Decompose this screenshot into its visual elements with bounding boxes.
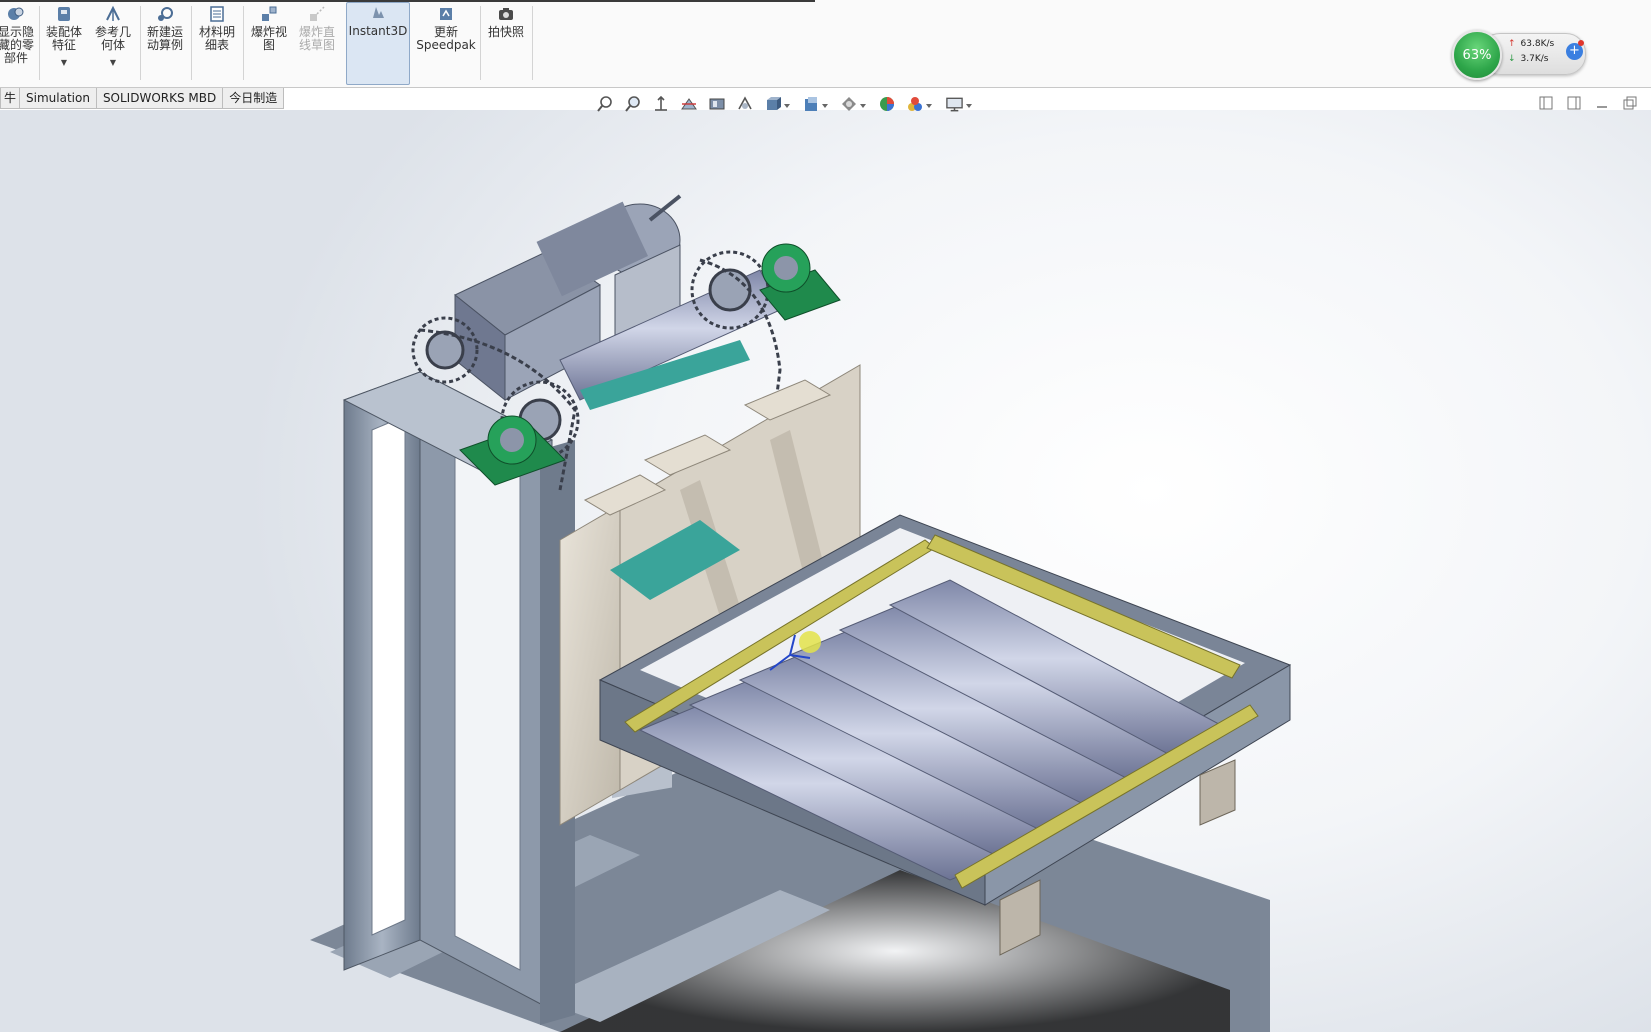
- upload-arrow-icon: ↑: [1508, 39, 1516, 49]
- instant3d-label: Instant3D: [348, 24, 408, 38]
- tile-right-icon[interactable]: [1567, 95, 1583, 110]
- tab-today-manufacturing[interactable]: 今日制造: [222, 88, 285, 109]
- exploded-view-label: 爆炸视 图: [250, 25, 287, 52]
- show-hidden-components-label: 显示隐 藏的零 部件: [0, 25, 34, 65]
- roller-conveyor-lift-assembly-icon[interactable]: [0, 110, 1651, 1032]
- exploded-view-icon: [262, 6, 277, 21]
- upload-rate: ↑ 63.8K/s: [1508, 39, 1554, 49]
- memory-percent-badge[interactable]: 63%: [1452, 30, 1502, 80]
- tile-left-icon[interactable]: [1539, 95, 1555, 110]
- upload-rate-value: 63.8K/s: [1520, 39, 1555, 49]
- ribbon-separator: [191, 6, 192, 80]
- restore-icon[interactable]: [1623, 95, 1639, 110]
- reference-geometry-label: 参考几 何体: [94, 25, 131, 52]
- ribbon-separator: [243, 6, 244, 80]
- tab-solidworks-mbd[interactable]: SOLIDWORKS MBD: [95, 88, 224, 109]
- chevron-down-icon[interactable]: ▼: [61, 56, 67, 69]
- take-snapshot-label: 拍快照: [487, 25, 524, 39]
- instant3d-button[interactable]: Instant3D: [346, 2, 410, 85]
- update-speedpak-button[interactable]: 更新 Speedpak: [416, 4, 476, 82]
- assembly-features-icon: [58, 7, 70, 21]
- assembly-features-label: 装配体 特征: [45, 25, 82, 52]
- ribbon-separator: [39, 6, 40, 80]
- exploded-view-button[interactable]: 爆炸视 图: [247, 4, 291, 82]
- bill-of-materials-label: 材料明 细表: [198, 25, 235, 52]
- network-speed-widget[interactable]: 63% ↑ 63.8K/s ↓ 3.7K/s +: [1452, 30, 1586, 80]
- new-motion-study-label: 新建运 动算例: [146, 25, 183, 52]
- bill-of-materials-button[interactable]: 材料明 细表: [195, 4, 239, 82]
- new-motion-study-button[interactable]: 新建运 动算例: [143, 4, 187, 82]
- command-manager-tabs: 牛 Simulation SOLIDWORKS MBD 今日制造: [0, 88, 285, 110]
- take-snapshot-icon: [499, 8, 513, 20]
- explode-line-sketch-label: 爆炸直 线草图: [298, 25, 335, 52]
- download-arrow-icon: ↓: [1508, 54, 1516, 64]
- reference-geometry-button[interactable]: 参考几 何体 ▼: [90, 4, 136, 82]
- instant3d-icon: [373, 7, 384, 18]
- download-rate: ↓ 3.7K/s: [1508, 54, 1548, 64]
- explode-line-sketch-button[interactable]: 爆炸直 线草图: [295, 4, 339, 82]
- take-snapshot-button[interactable]: 拍快照: [484, 4, 528, 82]
- update-speedpak-icon: [440, 8, 452, 20]
- ribbon-separator: [480, 6, 481, 80]
- minimize-icon[interactable]: [1595, 95, 1611, 109]
- new-motion-study-icon: [158, 7, 173, 21]
- show-hidden-components-button[interactable]: 显示隐 藏的零 部件: [0, 4, 38, 82]
- command-manager-ribbon: 显示隐 藏的零 部件 装配体 特征 ▼ 参考几 何体 ▼ 新建运 动算例 材料明…: [0, 0, 1651, 88]
- show-hidden-components-icon: [8, 7, 24, 20]
- chevron-down-icon[interactable]: ▼: [110, 56, 116, 69]
- assembly-features-button[interactable]: 装配体 特征 ▼: [43, 4, 85, 82]
- download-rate-value: 3.7K/s: [1520, 54, 1549, 64]
- ribbon-separator: [140, 6, 141, 80]
- update-speedpak-label: 更新 Speedpak: [416, 25, 476, 52]
- ribbon-separator: [532, 6, 533, 80]
- notification-dot-icon: [1578, 40, 1584, 46]
- explode-line-sketch-icon: [310, 6, 325, 21]
- tab-simulation[interactable]: Simulation: [19, 88, 97, 109]
- bill-of-materials-icon: [210, 6, 224, 22]
- reference-geometry-icon: [106, 5, 120, 21]
- document-window-controls: [1539, 95, 1651, 110]
- vertical-column-frame: [342, 371, 575, 1025]
- tab-truncated[interactable]: 牛: [0, 88, 21, 109]
